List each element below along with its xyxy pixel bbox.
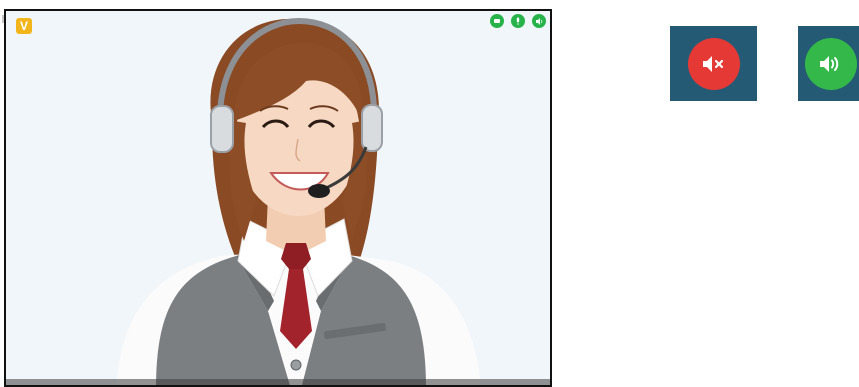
camera-toggle-button[interactable] (490, 14, 504, 28)
speaker-muted-icon (702, 55, 723, 72)
video-caption-strip (6, 379, 550, 385)
mute-button[interactable] (670, 26, 757, 101)
unmute-button[interactable] (798, 26, 859, 101)
brand-logo: V (16, 18, 32, 34)
call-controls (490, 14, 546, 28)
speaker-toggle-button[interactable] (532, 14, 546, 28)
video-call-panel: V (4, 9, 552, 387)
unmute-button-circle (805, 37, 857, 90)
microphone-toggle-button[interactable] (511, 14, 525, 28)
camera-icon (494, 19, 500, 23)
speaker-on-icon (820, 55, 839, 72)
video-feed (6, 11, 550, 385)
speaker-icon (535, 17, 542, 25)
mute-button-circle (687, 37, 740, 90)
microphone-icon (516, 17, 520, 25)
